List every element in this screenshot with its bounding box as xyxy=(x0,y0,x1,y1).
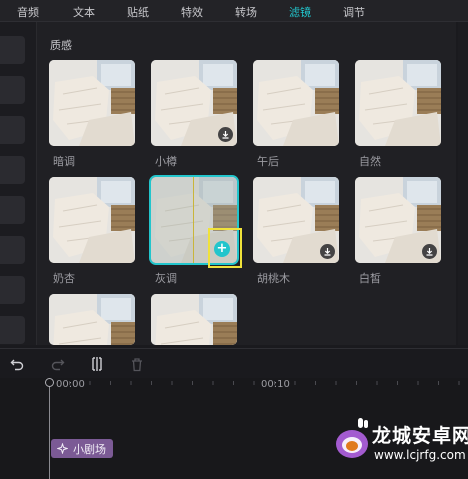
filter-label: 自然 xyxy=(359,155,381,168)
tab-transitions[interactable]: 转场 xyxy=(235,4,257,20)
ruler-ticks xyxy=(48,381,460,385)
filter-thumbnail xyxy=(151,294,237,345)
download-icon[interactable] xyxy=(320,244,335,259)
tab-effects[interactable]: 特效 xyxy=(181,4,203,20)
rail-item[interactable] xyxy=(0,236,25,264)
playhead-handle[interactable] xyxy=(45,378,54,387)
section-title: 质感 xyxy=(50,39,72,52)
tab-stickers[interactable]: 贴纸 xyxy=(127,4,149,20)
rail-item[interactable] xyxy=(0,116,25,144)
tab-filters[interactable]: 滤镜 xyxy=(289,4,311,20)
filter-card[interactable] xyxy=(355,60,441,146)
highlight-box xyxy=(208,228,242,268)
undo-icon[interactable] xyxy=(7,354,27,374)
download-icon[interactable] xyxy=(422,244,437,259)
rail-item[interactable] xyxy=(0,276,25,304)
tab-adjust[interactable]: 调节 xyxy=(343,4,365,20)
top-tab-bar: 音频 文本 贴纸 特效 转场 滤镜 调节 xyxy=(0,0,468,22)
filter-thumbnail xyxy=(355,60,441,146)
filter-thumbnail xyxy=(49,177,135,263)
rail-item[interactable] xyxy=(0,196,25,224)
filter-thumbnail xyxy=(253,60,339,146)
clip-label: 小剧场 xyxy=(73,442,106,456)
filter-thumbnail xyxy=(49,60,135,146)
filter-thumbnail xyxy=(49,294,135,345)
filter-label: 白皙 xyxy=(359,272,381,285)
filter-card[interactable] xyxy=(355,177,441,263)
tab-text[interactable]: 文本 xyxy=(73,4,95,20)
split-icon[interactable] xyxy=(87,354,107,374)
watermark-url: www.lcjrfg.com xyxy=(374,448,466,462)
filter-card[interactable] xyxy=(253,60,339,146)
sparkle-icon xyxy=(57,443,68,454)
filter-card[interactable] xyxy=(49,60,135,146)
watermark-logo-icon xyxy=(336,418,368,458)
timeline-toolbar xyxy=(0,348,468,378)
tab-audio[interactable]: 音频 xyxy=(17,4,39,20)
panel-scrollbar[interactable] xyxy=(458,22,468,345)
watermark-title: 龙城安卓网 xyxy=(372,425,468,447)
filter-label: 奶杏 xyxy=(53,272,75,285)
rail-item[interactable] xyxy=(0,76,25,104)
playhead[interactable] xyxy=(49,382,50,479)
filter-label: 灰调 xyxy=(155,272,177,285)
filter-label: 小樽 xyxy=(155,155,177,168)
compare-split-line xyxy=(193,177,194,263)
filter-card[interactable] xyxy=(49,177,135,263)
filter-card[interactable] xyxy=(151,294,237,345)
filter-card[interactable] xyxy=(49,294,135,345)
filter-label: 暗调 xyxy=(53,155,75,168)
effect-clip[interactable]: 小剧场 xyxy=(51,439,113,458)
filter-label: 午后 xyxy=(257,155,279,168)
watermark: 龙城安卓网 www.lcjrfg.com xyxy=(330,412,468,474)
redo-icon[interactable] xyxy=(48,354,68,374)
download-icon[interactable] xyxy=(218,127,233,142)
filter-card[interactable] xyxy=(151,60,237,146)
category-rail xyxy=(0,22,36,345)
filter-label: 胡桃木 xyxy=(257,272,290,285)
rail-item[interactable] xyxy=(0,156,25,184)
delete-icon[interactable] xyxy=(127,354,147,374)
rail-item[interactable] xyxy=(0,316,25,344)
rail-item[interactable] xyxy=(0,36,25,64)
filter-card[interactable] xyxy=(253,177,339,263)
time-ruler[interactable]: 00:00 00:10 xyxy=(0,378,468,392)
